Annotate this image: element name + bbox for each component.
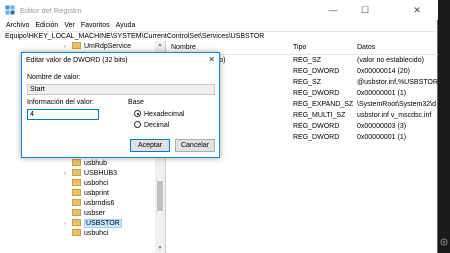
edit-dword-dialog: Editar valor de DWORD (32 bits) ✕ Nombre… — [21, 52, 220, 158]
tree-item-usbprint[interactable]: usbprint — [72, 189, 109, 199]
value-type: REG_DWORD — [293, 90, 340, 97]
folder-icon — [72, 179, 81, 186]
value-data: @usbstor.inf,%USBSTOR.Sv — [357, 79, 438, 86]
folder-icon — [72, 42, 81, 49]
radio-unchecked-icon[interactable] — [134, 121, 141, 128]
scroll-down-icon[interactable]: ▼ — [155, 245, 165, 251]
radio-hexadecimal-label: Hexadecimal — [144, 111, 185, 118]
column-type-header[interactable]: Tipo — [293, 44, 306, 51]
tree-item-label: usbser — [84, 210, 106, 217]
value-data-input[interactable]: 4 — [27, 109, 99, 120]
value-type: REG_EXPAND_SZ — [293, 101, 354, 108]
value-name-field: Start — [27, 84, 215, 95]
window-title: Editor del Registro — [20, 6, 82, 15]
title-bar: Editor del Registro — ☐ ✕ — [0, 0, 438, 20]
minimize-button[interactable]: — — [318, 0, 348, 20]
value-data-label: Información del valor: — [27, 99, 94, 106]
value-type: REG_MULTI_SZ — [293, 112, 346, 119]
tree-item-label: UmRdpService — [84, 43, 132, 50]
maximize-button[interactable]: ☐ — [350, 0, 380, 20]
value-data: 0x00000014 (20) — [357, 68, 410, 75]
tree-item-label: usbrndis6 — [84, 200, 115, 207]
value-data: usbstor.inf v_mscdsc.inf — [357, 112, 432, 119]
watermark-icon — [440, 238, 448, 246]
tree-item-usbhub3[interactable]: › USBHUB3 — [64, 169, 117, 179]
tree-item-usbuhci[interactable]: usbuhci — [72, 229, 108, 239]
folder-icon — [72, 209, 81, 216]
value-type: REG_SZ — [293, 57, 322, 64]
address-bar[interactable]: Equipo\HKEY_LOCAL_MACHINE\SYSTEM\Current… — [2, 31, 436, 41]
folder-icon — [72, 169, 81, 176]
folder-icon — [72, 219, 81, 226]
menu-bar: Archivo Edición Ver Favoritos Ayuda — [0, 20, 438, 31]
tree-item-usbhub[interactable]: usbhub — [72, 159, 107, 169]
value-type: REG_DWORD — [293, 68, 340, 75]
value-data: 0x00000001 (1) — [357, 90, 407, 97]
column-name-header[interactable]: Nombre — [171, 44, 196, 51]
radio-checked-icon[interactable] — [134, 110, 141, 117]
value-name-label: Nombre de valor: — [27, 74, 81, 81]
folder-icon — [72, 229, 81, 236]
registry-editor-window: Editor del Registro — ☐ ✕ Archivo Edición… — [0, 0, 438, 253]
registry-editor-icon — [5, 5, 15, 15]
tree-item-label: usbuhci — [84, 230, 109, 237]
tree-item-label: USBSTOR — [84, 219, 122, 228]
scroll-thumb[interactable] — [157, 181, 163, 211]
tree-item-usbser[interactable]: usbser — [72, 209, 105, 219]
menu-favoritos[interactable]: Favoritos — [78, 20, 113, 31]
value-type: REG_SZ — [293, 79, 322, 86]
value-data: \SystemRoot\System32\d — [357, 101, 436, 108]
menu-ver[interactable]: Ver — [61, 20, 78, 31]
chevron-right-icon[interactable]: › — [64, 42, 70, 52]
tree-item-label: usbprint — [84, 190, 109, 197]
chevron-right-icon[interactable]: › — [64, 219, 70, 229]
menu-edicion[interactable]: Edición — [32, 20, 61, 31]
tree-item-label: usbhub — [84, 160, 107, 167]
close-button[interactable]: ✕ — [402, 0, 432, 20]
menu-archivo[interactable]: Archivo — [0, 20, 32, 31]
dialog-title: Editar valor de DWORD (32 bits) — [26, 57, 128, 64]
tree-item-usbstor[interactable]: › USBSTOR — [64, 219, 122, 229]
tree-item-usbrndis6[interactable]: usbrndis6 — [72, 199, 114, 209]
radio-decimal-label: Decimal — [144, 122, 170, 129]
value-data: 0x00000003 (3) — [357, 123, 407, 130]
folder-icon — [72, 159, 81, 166]
menu-ayuda[interactable]: Ayuda — [113, 20, 139, 31]
folder-icon — [72, 189, 81, 196]
chevron-right-icon[interactable]: › — [64, 169, 70, 179]
tree-item-usbohci[interactable]: usbohci — [72, 179, 108, 189]
radio-hexadecimal[interactable]: Hexadecimal — [134, 110, 184, 119]
ok-button[interactable]: Aceptar — [130, 139, 170, 152]
value-type: REG_DWORD — [293, 123, 340, 130]
base-group-label: Base — [128, 99, 144, 106]
tree-item-label: usbohci — [84, 180, 109, 187]
column-data-header[interactable]: Datos — [357, 44, 375, 51]
value-data: (valor no establecido) — [357, 57, 424, 64]
folder-icon — [72, 199, 81, 206]
value-data: 0x00000001 (1) — [357, 134, 407, 141]
dialog-close-button[interactable]: ✕ — [208, 55, 215, 64]
tree-item-label: USBHUB3 — [84, 170, 118, 177]
radio-decimal[interactable]: Decimal — [134, 121, 169, 130]
scroll-up-icon[interactable]: ▲ — [155, 42, 165, 48]
value-type: REG_DWORD — [293, 134, 340, 141]
base-group: Base Hexadecimal Decimal — [128, 99, 215, 135]
tree-item-umrdpservice[interactable]: › UmRdpService — [64, 42, 131, 52]
cancel-button[interactable]: Cancelar — [175, 139, 215, 152]
